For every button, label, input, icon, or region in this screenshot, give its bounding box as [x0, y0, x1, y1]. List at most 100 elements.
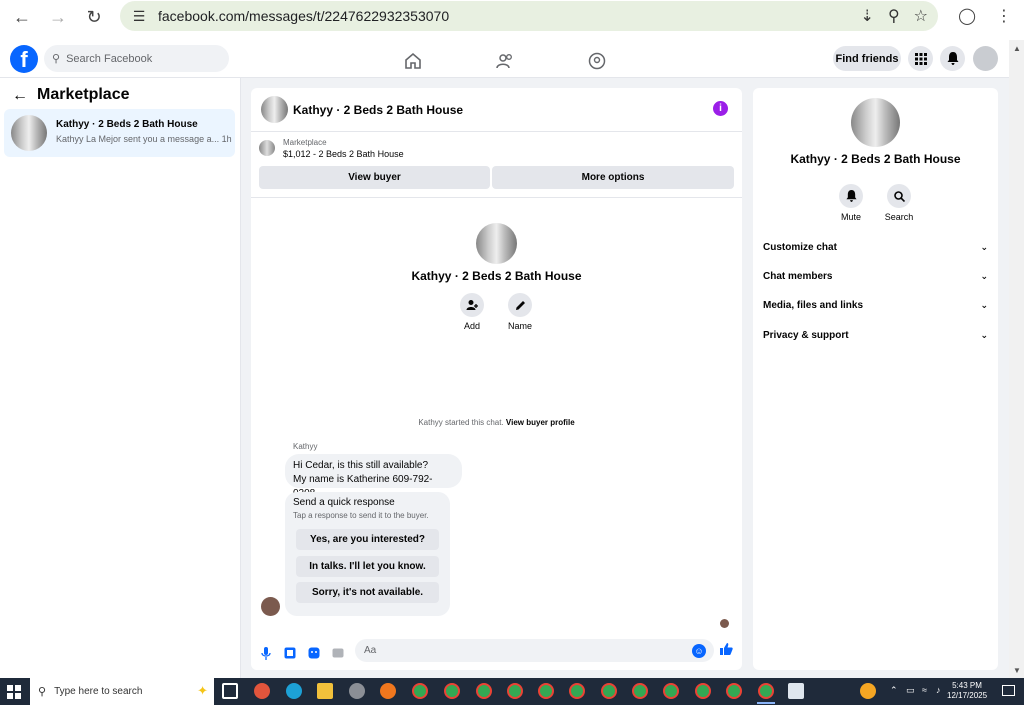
quick-response-yes-button[interactable]: Yes, are you interested?	[296, 529, 439, 550]
copilot-icon[interactable]	[254, 683, 270, 699]
add-person-icon	[460, 293, 484, 317]
view-buyer-button[interactable]: View buyer	[259, 166, 490, 189]
forward-icon[interactable]: →	[46, 5, 70, 29]
chrome-icon[interactable]	[632, 683, 648, 699]
sender-name: Kathyy	[293, 442, 318, 451]
chevron-up-icon[interactable]: ⌃	[890, 685, 898, 696]
photo-icon[interactable]	[283, 646, 297, 660]
menu-grid-icon[interactable]	[908, 46, 933, 71]
chrome-icon[interactable]	[663, 683, 679, 699]
menu-kebab-icon[interactable]: ⋮	[996, 6, 1012, 26]
quick-response-talks-button[interactable]: In talks. I'll let you know.	[296, 556, 439, 577]
search-conversation-button[interactable]: Search	[877, 184, 921, 222]
groups-icon[interactable]	[586, 50, 608, 72]
message-bubble[interactable]: Hi Cedar, is this still available? My na…	[285, 454, 462, 499]
home-icon[interactable]	[402, 50, 424, 72]
customize-chat-row[interactable]: Customize chat ⌄	[763, 242, 988, 258]
task-view-icon[interactable]	[222, 683, 238, 699]
back-icon[interactable]: ←	[10, 5, 34, 29]
install-icon[interactable]: ⇣	[861, 6, 874, 26]
chrome-icon[interactable]	[476, 683, 492, 699]
back-arrow-icon[interactable]: ←	[12, 87, 28, 105]
row-label: Privacy & support	[763, 330, 849, 341]
chrome-icon[interactable]	[695, 683, 711, 699]
edge-icon[interactable]	[286, 683, 302, 699]
find-friends-button[interactable]: Find friends	[833, 46, 901, 71]
view-buyer-profile-link[interactable]: View buyer profile	[506, 418, 575, 427]
wifi-icon[interactable]: ≈	[922, 685, 927, 695]
chrome-icon[interactable]	[412, 683, 428, 699]
conversation-item[interactable]: Kathyy · 2 Beds 2 Bath House Kathyy La M…	[4, 109, 235, 157]
windows-start-icon[interactable]	[7, 685, 21, 699]
chrome-icon[interactable]	[569, 683, 585, 699]
friends-icon[interactable]	[494, 50, 516, 72]
privacy-support-row[interactable]: Privacy & support ⌄	[763, 330, 988, 346]
message-composer: Aa ☺	[251, 638, 742, 670]
facebook-search-input[interactable]: ⚲ Search Facebook	[44, 45, 229, 72]
details-avatar[interactable]	[851, 98, 900, 147]
message-input[interactable]: Aa	[355, 639, 714, 662]
app-icon[interactable]	[349, 683, 365, 699]
magnifier-icon	[887, 184, 911, 208]
account-avatar[interactable]	[973, 46, 998, 71]
mute-label: Mute	[840, 212, 861, 222]
weather-icon[interactable]	[860, 683, 876, 699]
chrome-icon[interactable]	[538, 683, 554, 699]
volume-icon[interactable]: ♪	[936, 685, 941, 695]
battery-icon[interactable]: ▭	[906, 685, 915, 696]
chrome-icon[interactable]	[726, 683, 742, 699]
browser-toolbar: ← → ↻ ☰ facebook.com/messages/t/22476229…	[0, 0, 1024, 40]
chat-members-row[interactable]: Chat members ⌄	[763, 271, 988, 287]
reload-icon[interactable]: ↻	[82, 5, 106, 29]
row-label: Media, files and links	[763, 300, 864, 311]
chrome-icon[interactable]	[507, 683, 523, 699]
listing-title[interactable]: $1,012 - 2 Beds 2 Bath House	[283, 149, 404, 159]
url-text[interactable]: facebook.com/messages/t/2247622932353070	[158, 8, 449, 24]
name-chat-button[interactable]: Name	[500, 293, 540, 331]
scroll-down-arrow-icon[interactable]: ▼	[1013, 666, 1021, 675]
address-bar[interactable]: ☰ facebook.com/messages/t/22476229323530…	[120, 1, 938, 31]
profile-icon[interactable]: ◯	[958, 6, 976, 26]
notifications-bell-icon[interactable]	[940, 46, 965, 71]
chevron-down-icon: ⌄	[980, 330, 988, 340]
conversation-preview: Kathyy La Mejor sent you a message a... …	[56, 134, 232, 144]
media-files-links-row[interactable]: Media, files and links ⌄	[763, 300, 988, 316]
file-explorer-icon[interactable]	[317, 683, 333, 699]
app-icon[interactable]	[788, 683, 804, 699]
sender-avatar[interactable]	[261, 597, 280, 616]
zoom-icon[interactable]: ⚲	[888, 6, 900, 26]
page-scrollbar[interactable]	[1009, 40, 1024, 678]
sticker-icon[interactable]	[307, 646, 321, 660]
more-options-button[interactable]: More options	[492, 166, 734, 189]
site-settings-icon[interactable]: ☰	[130, 7, 148, 25]
chat-header-name[interactable]: Kathyy · 2 Beds 2 Bath House	[293, 103, 463, 117]
chrome-icon[interactable]	[601, 683, 617, 699]
chat-started-notice: Kathyy started this chat. View buyer pro…	[251, 418, 742, 427]
details-name: Kathyy · 2 Beds 2 Bath House	[790, 152, 961, 166]
conversation-avatar	[11, 115, 47, 151]
quick-response-title: Send a quick response	[293, 497, 395, 508]
bookmark-star-icon[interactable]: ☆	[914, 6, 928, 26]
taskbar-search-box[interactable]: ⚲ Type here to search ✦	[30, 678, 214, 705]
info-icon[interactable]: i	[713, 101, 728, 116]
emoji-icon[interactable]: ☺	[692, 644, 706, 658]
clock[interactable]: 5:43 PM 12/17/2025	[947, 681, 987, 701]
notification-center-icon[interactable]	[1002, 685, 1015, 696]
windows-taskbar: ⚲ Type here to search ✦ ⌃ ▭ ≈ ♪ 5:43 PM …	[0, 678, 1024, 705]
facebook-logo-icon[interactable]: f	[10, 45, 38, 73]
active-app-indicator	[757, 702, 775, 704]
mute-button[interactable]: Mute	[829, 184, 873, 222]
chrome-icon[interactable]	[444, 683, 460, 699]
thumbs-up-icon[interactable]	[719, 642, 733, 659]
chat-header-avatar[interactable]	[261, 96, 288, 123]
quick-response-sorry-button[interactable]: Sorry, it's not available.	[296, 582, 439, 603]
scroll-up-arrow-icon[interactable]: ▲	[1013, 44, 1021, 53]
microphone-icon[interactable]	[259, 646, 273, 660]
gif-icon[interactable]	[331, 646, 345, 660]
row-label: Chat members	[763, 271, 833, 282]
add-people-button[interactable]: Add	[452, 293, 492, 331]
conversation-name: Kathyy · 2 Beds 2 Bath House	[56, 119, 198, 130]
listing-thumbnail[interactable]	[259, 140, 275, 156]
chrome-icon-active[interactable]	[758, 683, 774, 699]
firefox-icon[interactable]	[380, 683, 396, 699]
